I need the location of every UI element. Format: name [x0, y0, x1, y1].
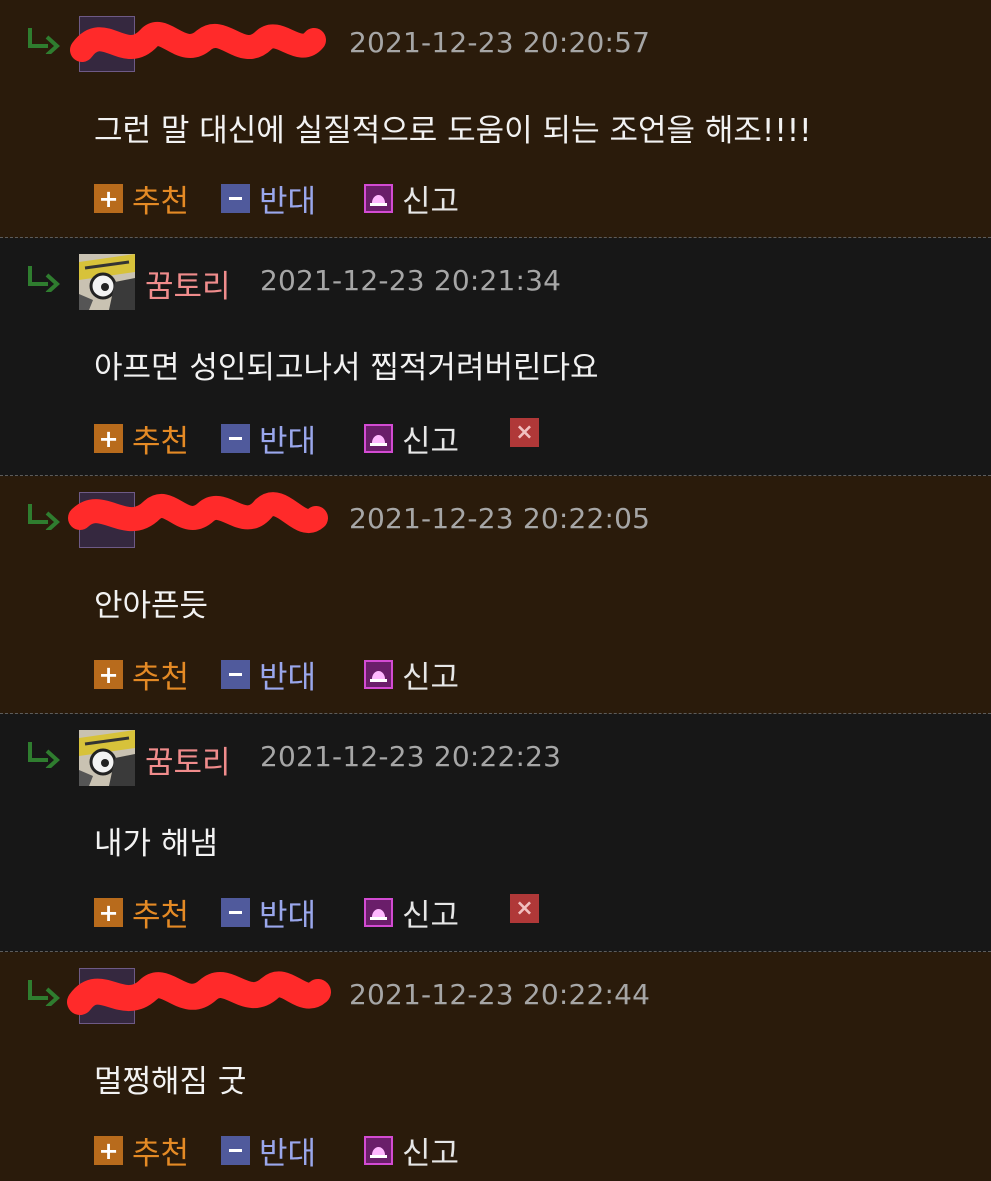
recommend-button[interactable]: + 추천: [94, 416, 189, 461]
redaction-scribble: [70, 22, 326, 62]
oppose-button[interactable]: 반대: [221, 652, 316, 697]
avatar[interactable]: [79, 254, 135, 310]
comment-timestamp: 2021-12-23 20:22:44: [349, 978, 651, 1011]
oppose-button[interactable]: 반대: [221, 416, 316, 461]
comment-item: 꿈토리 2021-12-23 20:21:34 아프면 성인되고나서 찝적거려버…: [0, 238, 991, 476]
oppose-button[interactable]: 반대: [221, 890, 316, 935]
oppose-label: 반대: [259, 660, 317, 696]
avatar[interactable]: [79, 730, 135, 786]
reply-arrow-icon: [28, 980, 60, 1006]
close-icon: ×: [510, 418, 539, 447]
recommend-label: 추천: [132, 1136, 190, 1172]
plus-icon: +: [94, 898, 123, 927]
comment-timestamp: 2021-12-23 20:22:05: [349, 502, 651, 535]
siren-icon: [364, 424, 393, 453]
oppose-label: 반대: [259, 424, 317, 460]
minus-icon: [221, 1136, 250, 1165]
plus-icon: +: [94, 660, 123, 689]
recommend-label: 추천: [132, 424, 190, 460]
report-button[interactable]: 신고: [364, 890, 459, 935]
reply-arrow-icon: [28, 504, 60, 530]
oppose-button[interactable]: 반대: [221, 1128, 316, 1173]
recommend-label: 추천: [132, 184, 190, 220]
minus-icon: [221, 660, 250, 689]
comment-text: 안아픈듯: [94, 588, 209, 624]
comment-item: 꿈토리 2021-12-23 20:22:23 내가 해냄 + 추천 반대 신고…: [0, 714, 991, 952]
recommend-label: 추천: [132, 898, 190, 934]
siren-icon: [364, 660, 393, 689]
siren-icon: [364, 898, 393, 927]
siren-icon: [364, 1136, 393, 1165]
minus-icon: [221, 898, 250, 927]
oppose-button[interactable]: 반대: [221, 176, 316, 221]
siren-icon: [364, 184, 393, 213]
comment-text: 멀쩡해짐 굿: [94, 1064, 247, 1100]
comment-timestamp: 2021-12-23 20:22:23: [260, 740, 562, 773]
reply-arrow-icon: [28, 266, 60, 292]
plus-icon: +: [94, 424, 123, 453]
recommend-button[interactable]: + 추천: [94, 1128, 189, 1173]
comment-nickname[interactable]: 꿈토리: [145, 737, 231, 782]
plus-icon: +: [94, 1136, 123, 1165]
oppose-label: 반대: [259, 1136, 317, 1172]
report-label: 신고: [402, 1136, 460, 1172]
report-label: 신고: [402, 660, 460, 696]
reply-arrow-icon: [28, 742, 60, 768]
reply-arrow-icon: [28, 28, 60, 54]
comment-text: 그런 말 대신에 실질적으로 도움이 되는 조언을 해조!!!!: [94, 113, 812, 149]
comment-item: 2021-12-23 20:22:05 안아픈듯 + 추천 반대 신고: [0, 476, 991, 714]
oppose-label: 반대: [259, 184, 317, 220]
comment-nickname[interactable]: 꿈토리: [145, 261, 231, 306]
report-button[interactable]: 신고: [364, 416, 459, 461]
redaction-scribble: [67, 971, 331, 1015]
report-label: 신고: [402, 898, 460, 934]
close-icon: ×: [510, 894, 539, 923]
comment-timestamp: 2021-12-23 20:21:34: [260, 264, 562, 297]
comment-item: 2021-12-23 20:22:44 멀쩡해짐 굿 + 추천 반대 신고: [0, 952, 991, 1181]
report-label: 신고: [402, 424, 460, 460]
minus-icon: [221, 424, 250, 453]
redaction-scribble: [68, 492, 328, 533]
recommend-button[interactable]: + 추천: [94, 652, 189, 697]
comment-timestamp: 2021-12-23 20:20:57: [349, 26, 651, 59]
recommend-button[interactable]: + 추천: [94, 890, 189, 935]
oppose-label: 반대: [259, 898, 317, 934]
comment-text: 아프면 성인되고나서 찝적거려버린다요: [94, 350, 599, 386]
plus-icon: +: [94, 184, 123, 213]
report-button[interactable]: 신고: [364, 1128, 459, 1173]
delete-button[interactable]: ×: [510, 418, 539, 447]
report-button[interactable]: 신고: [364, 652, 459, 697]
recommend-label: 추천: [132, 660, 190, 696]
comment-text: 내가 해냄: [94, 826, 218, 862]
minus-icon: [221, 184, 250, 213]
recommend-button[interactable]: + 추천: [94, 176, 189, 221]
delete-button[interactable]: ×: [510, 894, 539, 923]
report-button[interactable]: 신고: [364, 176, 459, 221]
report-label: 신고: [402, 184, 460, 220]
comment-item: 2021-12-23 20:20:57 그런 말 대신에 실질적으로 도움이 되…: [0, 0, 991, 238]
